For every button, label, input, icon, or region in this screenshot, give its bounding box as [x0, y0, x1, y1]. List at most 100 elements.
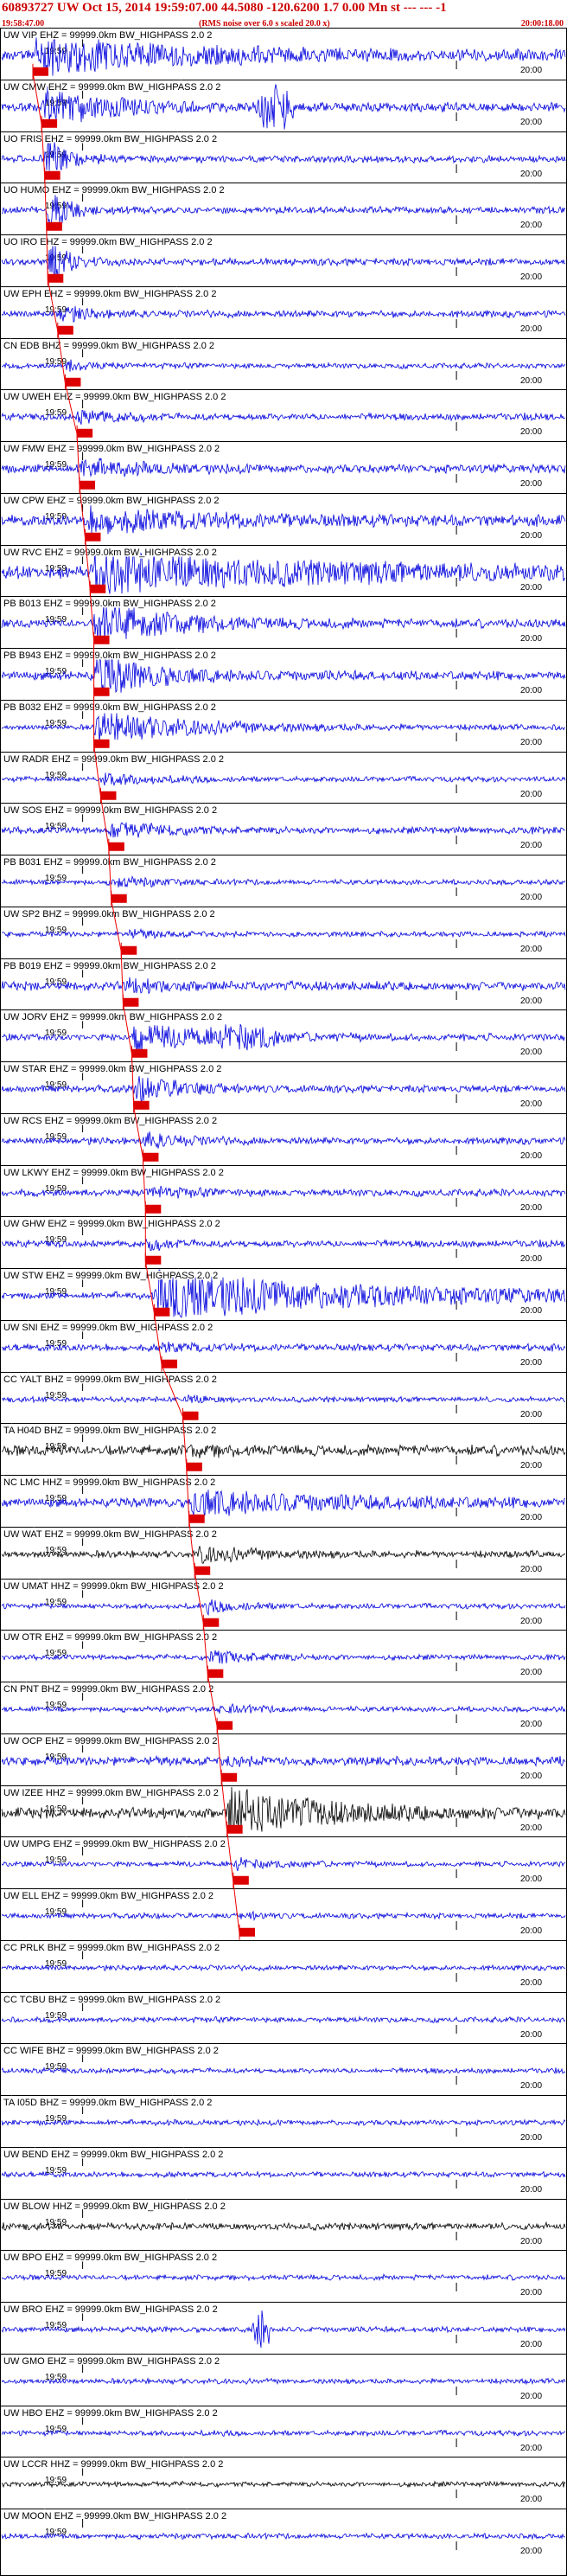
- pick-box: [111, 894, 127, 903]
- pick-box: [80, 480, 95, 490]
- pick-marker: [47, 270, 64, 286]
- waveform-trace: [1, 875, 566, 888]
- waveform-trace: [1, 2118, 566, 2127]
- trace-panel: 19:5920:00UW CMW EHZ = 99999.0km BW_HIGH…: [0, 80, 567, 131]
- pick-box: [123, 997, 139, 1007]
- waveform-trace: [1, 1754, 566, 1767]
- minute-tick-label: 20:00: [520, 1048, 542, 1057]
- trace-panel: 19:5920:00PB B943 EHZ = 99999.0km BW_HIG…: [0, 648, 567, 700]
- station-label: UW UMAT HHZ = 99999.0km BW_HIGHPASS 2.0 …: [3, 1581, 224, 1592]
- minute-tick-label: 19:59: [45, 2011, 67, 2021]
- trace-panel: 19:5920:00UW VIP EHZ = 99999.0km BW_HIGH…: [0, 28, 567, 80]
- station-label: UW SP2 BHZ = 99999.0km BW_HIGHPASS 2.0 2: [3, 909, 215, 920]
- pick-box: [226, 1824, 243, 1834]
- waveform-trace: [1, 1394, 565, 1404]
- waveform-trace: [1, 1910, 566, 1922]
- trace-panel: 19:5920:00PB B031 EHZ = 99999.0km BW_HIG…: [0, 855, 567, 907]
- station-label: UW RCS EHZ = 99999.0km BW_HIGHPASS 2.0 2: [3, 1116, 217, 1126]
- pick-box: [90, 584, 106, 593]
- station-label: CC PRLK BHZ = 99999.0km BW_HIGHPASS 2.0 …: [3, 1943, 220, 1953]
- trace-panel: 19:5920:00UW LCCR HHZ = 99999.0km BW_HIG…: [0, 2457, 567, 2504]
- trace-panel: 19:5920:00UW SNI EHZ = 99999.0km BW_HIGH…: [0, 1320, 567, 1372]
- waveform-trace: [1, 1964, 566, 1972]
- pick-marker: [142, 1149, 159, 1165]
- waveform-trace: [1, 977, 566, 995]
- pick-box: [57, 325, 73, 335]
- station-label: UW BLOW HHZ = 99999.0km BW_HIGHPASS 2.0 …: [3, 2201, 226, 2212]
- pick-box: [65, 377, 81, 387]
- minute-tick-label: 20:00: [520, 893, 542, 902]
- pick-box: [188, 1514, 205, 1523]
- minute-tick-label: 20:00: [520, 1978, 542, 1988]
- waveform-trace: [1, 1023, 566, 1054]
- station-label: UW BEND EHZ = 99999.0km BW_HIGHPASS 2.0 …: [3, 2150, 223, 2160]
- station-label: UW STW EHZ = 99999.0km BW_HIGHPASS 2.0 2: [3, 1271, 218, 1281]
- waveform-trace: [1, 772, 566, 787]
- waveform-trace: [1, 410, 565, 426]
- pick-box: [93, 687, 110, 696]
- pick-marker: [99, 787, 117, 804]
- pick-box: [239, 1927, 256, 1937]
- trace-panel: 19:5920:00UO HUMO EHZ = 99999.0km BW_HIG…: [0, 183, 567, 234]
- minute-tick-label: 20:00: [520, 1151, 542, 1161]
- minute-tick-label: 20:00: [520, 1358, 542, 1368]
- station-label: CN EDB BHZ = 99999.0km BW_HIGHPASS 2.0 2: [3, 341, 214, 351]
- station-label: UW ELL EHZ = 99999.0km BW_HIGHPASS 2.0 2: [3, 1891, 213, 1901]
- waveform-trace: [1, 1546, 566, 1564]
- pick-marker: [76, 425, 93, 441]
- pick-box: [93, 739, 110, 748]
- station-label: CC YALT BHZ = 99999.0km BW_HIGHPASS 2.0 …: [3, 1375, 217, 1385]
- pick-box: [85, 532, 101, 541]
- minute-tick-label: 20:00: [520, 1772, 542, 1781]
- minute-tick-label: 20:00: [520, 1254, 542, 1264]
- pick-marker: [144, 1201, 162, 1217]
- trace-panel: 19:5920:00CC YALT BHZ = 99999.0km BW_HIG…: [0, 1372, 567, 1424]
- trace-panel: 19:5920:00UO IRO EHZ = 99999.0km BW_HIGH…: [0, 234, 567, 286]
- minute-tick-label: 19:59: [45, 1028, 67, 1038]
- plot-frame: [0, 28, 567, 2576]
- pick-box: [133, 1100, 150, 1110]
- trace-panel: 19:59 20:00 UW EPH EHZ = 99999.0km BW_HIGH…: [0, 286, 567, 338]
- minute-tick-label: 20:00: [520, 2237, 542, 2246]
- trace-panel: 19:5920:00PB B019 EHZ = 99999.0km BW_HIG…: [0, 958, 567, 1010]
- trace-panel: 19:5920:00UO FRIS EHZ = 99999.0km BW_HIG…: [0, 131, 567, 183]
- minute-tick-label: 20:00: [520, 1306, 542, 1316]
- minute-tick-label: 20:00: [520, 272, 542, 282]
- station-label: UW CPW EHZ = 99999.0km BW_HIGHPASS 2.0 2: [3, 496, 220, 506]
- pick-marker: [239, 1924, 256, 1940]
- pick-box: [100, 791, 117, 800]
- station-label: UW GHW EHZ = 99999.0km BW_HIGHPASS 2.0 2: [3, 1219, 220, 1229]
- station-label: CC WIFE BHZ = 99999.0km BW_HIGHPASS 2.0 …: [3, 2046, 219, 2056]
- waveform-trace: [1, 1702, 566, 1714]
- pick-marker: [216, 1717, 233, 1733]
- trace-panel: 19:5920:00UW IZEE HHZ = 99999.0km BW_HIG…: [0, 1785, 567, 1837]
- waveform-trace: [1, 2377, 566, 2386]
- waveform-trace: [1, 822, 566, 838]
- waveform-trace: [1, 2429, 566, 2438]
- trace-panel: 19:5920:00UW BRO EHZ = 99999.0km BW_HIGH…: [0, 2302, 567, 2349]
- pick-box: [33, 67, 48, 76]
- minute-tick-label: 20:00: [520, 221, 542, 230]
- trace-panel: 19:59 20:00 UW SOS EHZ = 99999.0km BW_HIGH…: [0, 803, 567, 855]
- seismogram-plot: 19:59 20:00 UW VIP EHZ = 99999.0km BW_HIGH…: [0, 28, 567, 2576]
- minute-tick-label: 19:59: [45, 305, 67, 315]
- minute-tick-label: 20:00: [520, 2444, 542, 2453]
- pick-box: [186, 1462, 202, 1471]
- minute-tick-label: 19:59: [45, 564, 67, 574]
- station-label: NC LMC HHZ = 99999.0km BW_HIGHPASS 2.0 2: [3, 1477, 215, 1488]
- minute-tick-label: 19:59: [45, 1287, 67, 1297]
- pick-marker: [32, 63, 48, 80]
- pick-marker: [207, 1665, 224, 1682]
- waveform-trace: [1, 36, 566, 76]
- station-label: UW JORV EHZ = 99999.0km BW_HIGHPASS 2.0 …: [3, 1012, 222, 1022]
- pick-marker: [182, 1407, 199, 1424]
- waveform-trace: [1, 927, 566, 940]
- minute-tick-label: 20:00: [520, 66, 542, 75]
- minute-tick-label: 20:00: [520, 427, 542, 437]
- minute-tick-label: 20:00: [520, 1668, 542, 1677]
- station-label: UW STAR EHZ = 99999.0km BW_HIGHPASS 2.0 …: [3, 1064, 221, 1074]
- trace-panel: 19:5920:00PB B013 EHZ = 99999.0km BW_HIG…: [0, 596, 567, 648]
- station-label: UW RADR EHZ = 99999.0km BW_HIGHPASS 2.0 …: [3, 754, 224, 765]
- pick-box: [182, 1411, 199, 1420]
- station-label: TA I05D BHZ = 99999.0km BW_HIGHPASS 2.0 …: [3, 2098, 212, 2108]
